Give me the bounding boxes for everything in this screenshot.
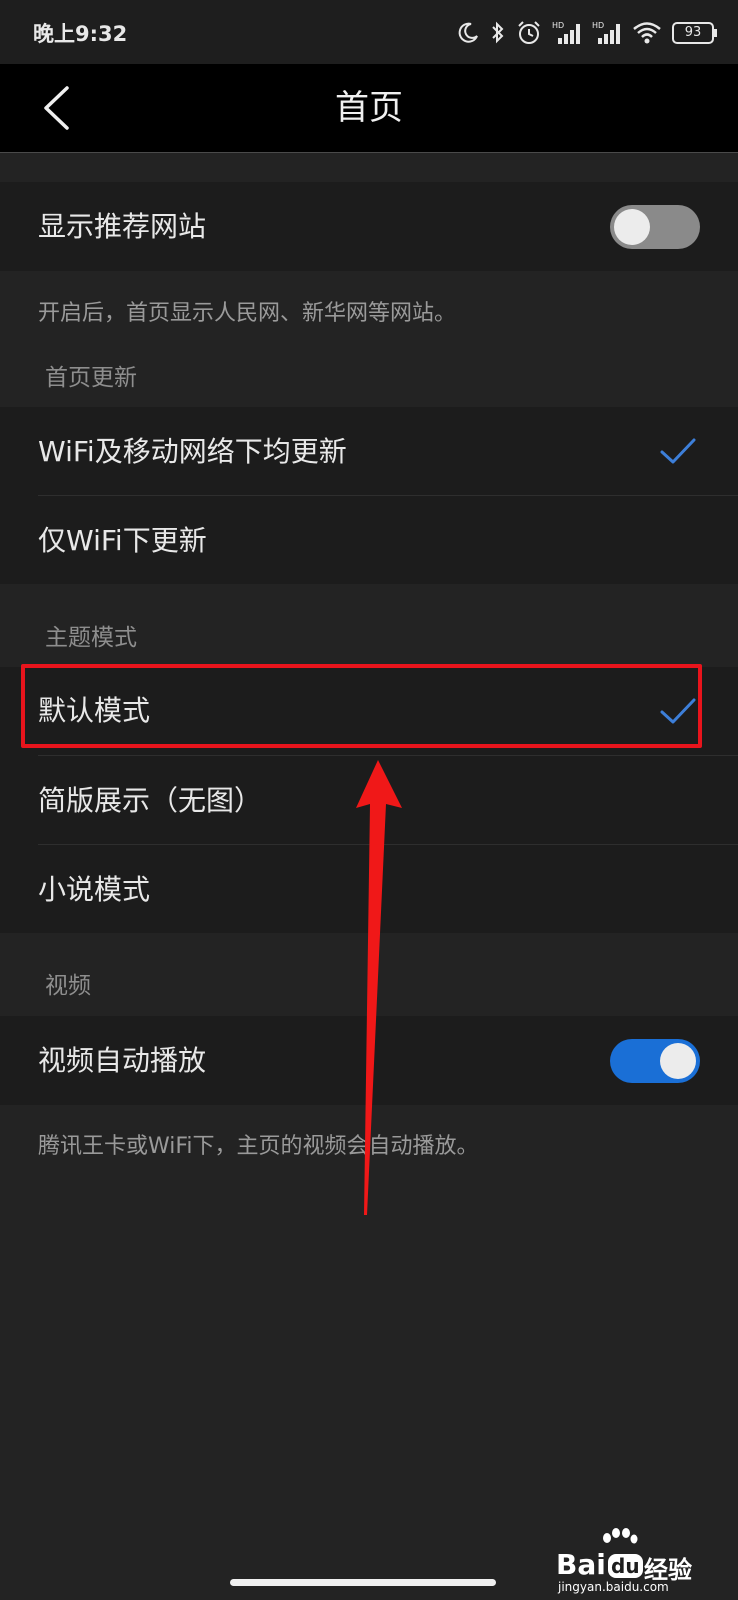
- watermark-brand-du: du: [608, 1554, 643, 1578]
- svg-text:HD: HD: [592, 21, 604, 30]
- video-description: 腾讯王卡或WiFi下，主页的视频会自动播放。: [38, 1134, 479, 1159]
- theme-option-label: 简版展示（无图）: [38, 784, 263, 817]
- update-option-label: 仅WiFi下更新: [38, 524, 207, 557]
- header-bar: 首页: [0, 64, 738, 153]
- page-title: 首页: [335, 88, 403, 128]
- video-autoplay-label: 视频自动播放: [38, 1044, 207, 1077]
- recommend-sites-toggle[interactable]: [610, 205, 700, 249]
- home-indicator[interactable]: [230, 1579, 496, 1586]
- chevron-left-icon: [44, 86, 69, 130]
- status-icons: HD HD 93: [456, 18, 718, 48]
- signal-hd-icon: HD: [552, 21, 580, 44]
- toggle-knob: [614, 209, 650, 245]
- watermark-domain: jingyan.baidu.com: [558, 1580, 669, 1594]
- update-option-label: WiFi及移动网络下均更新: [38, 435, 347, 468]
- status-bar: 晚上9:32 HD HD 93: [0, 0, 738, 64]
- check-icon: [660, 438, 696, 464]
- annotation-highlight-box: [21, 664, 702, 748]
- homepage-update-section: WiFi及移动网络下均更新 仅WiFi下更新: [0, 407, 738, 584]
- update-option-wifi-mobile[interactable]: WiFi及移动网络下均更新: [0, 407, 738, 496]
- theme-mode-title: 主题模式: [45, 625, 137, 651]
- recommend-sites-label: 显示推荐网站: [38, 210, 207, 243]
- status-time: 晚上9:32: [33, 22, 128, 46]
- signal-hd-icon: HD: [592, 21, 620, 44]
- bluetooth-icon: [492, 21, 504, 44]
- alarm-icon: [518, 21, 540, 44]
- theme-option-label: 小说模式: [38, 873, 151, 906]
- moon-icon: [458, 22, 478, 43]
- update-option-wifi-only[interactable]: 仅WiFi下更新: [0, 496, 738, 585]
- battery-indicator: 93: [672, 22, 718, 44]
- wifi-icon: [633, 22, 661, 44]
- baidu-jingyan-watermark: Bai du 经验 jingyan.baidu.com: [556, 1528, 706, 1594]
- toggle-knob: [660, 1043, 696, 1079]
- video-title: 视频: [45, 973, 91, 999]
- back-button[interactable]: [30, 82, 82, 134]
- svg-text:HD: HD: [552, 21, 564, 30]
- homepage-update-title: 首页更新: [45, 365, 137, 391]
- video-autoplay-toggle[interactable]: [610, 1039, 700, 1083]
- recommend-description: 开启后，首页显示人民网、新华网等网站。: [38, 301, 457, 326]
- recommend-section: 显示推荐网站: [0, 182, 738, 271]
- battery-level: 93: [684, 25, 702, 40]
- annotation-arrow-icon: [356, 760, 402, 1215]
- watermark-brand-latin: Bai: [556, 1548, 606, 1581]
- recommend-sites-row[interactable]: 显示推荐网站: [0, 182, 738, 271]
